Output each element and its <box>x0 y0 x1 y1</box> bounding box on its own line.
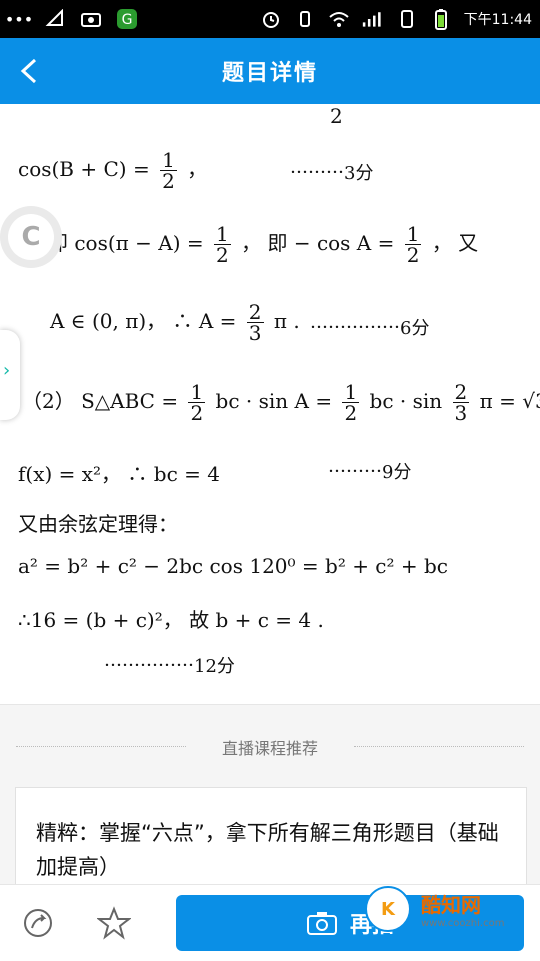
site-watermark: K 酷知网 www.coozhi.com <box>365 884 525 934</box>
page-title: 题目详情 <box>221 61 318 86</box>
recommend-section: 直播课程推荐 精粹：掌握“六点”，拿下所有解三角形题目（基础加提高） <box>0 705 540 899</box>
score-6: ⋯⋯⋯⋯⋯6分 <box>310 318 430 339</box>
camera-status-icon <box>80 8 102 30</box>
solution-line-8: ∴16 = (b + c)²， 故 b + c = 4 . <box>18 608 324 632</box>
star-icon <box>97 906 131 940</box>
line4-fraction-2: 12 <box>342 380 360 425</box>
share-icon <box>24 909 52 937</box>
line2-c: ， 又 <box>431 231 479 255</box>
line4-frac2-num: 1 <box>342 380 360 404</box>
chevron-right-icon: › <box>3 360 11 381</box>
line2-frac-den: 2 <box>216 243 229 267</box>
line1-frac-num: 1 <box>160 148 177 172</box>
solution-line-2: 即 cos(π − A) = 12 ， 即 − cos A = 12 ， 又 <box>48 224 478 265</box>
line4-c: bc · sin <box>369 389 443 413</box>
coozhi-logo-icon: K <box>365 886 411 932</box>
line4-frac-num: 1 <box>188 380 206 404</box>
line2-frac2-num: 1 <box>404 222 422 246</box>
wifi-icon <box>328 8 350 30</box>
score-12: ⋯⋯⋯⋯⋯12分 <box>104 656 235 677</box>
line1-frac-den: 2 <box>162 169 175 193</box>
floating-assistant-button[interactable]: C <box>0 206 62 268</box>
line3-a: A ∈ (0, π)， ∴ A = <box>50 309 237 333</box>
score-3: ⋯⋯⋯3分 <box>290 163 374 184</box>
line2-fraction-2: 12 <box>404 222 422 267</box>
camera-icon <box>306 912 337 935</box>
favorite-button[interactable] <box>94 903 134 943</box>
share-button[interactable] <box>18 903 58 943</box>
sim-icon <box>396 8 418 30</box>
solution-line-3: A ∈ (0, π)， ∴ A = 23 π . <box>50 302 300 343</box>
line4-frac-den: 2 <box>190 401 204 425</box>
line2-frac-num: 1 <box>214 222 231 246</box>
line4-d: π = √3 <box>479 389 540 413</box>
line2-a: 即 cos(π − A) = <box>48 231 204 255</box>
assistant-c-icon: C <box>8 214 54 260</box>
line4-fraction-3: 23 <box>452 380 470 425</box>
line4-a: （2） S△ABC = <box>22 389 179 413</box>
line1-fraction: 12 <box>160 150 177 191</box>
more-dots-icon: ••• <box>4 9 34 29</box>
solution-line-5: f(x) = x²， ∴ bc = 4 <box>18 462 220 486</box>
clock-time: 下午11:44 <box>463 12 532 28</box>
solution-content: 2 cos(B + C) = 12 ， ⋯⋯⋯3分 即 cos(π − A) =… <box>0 104 540 704</box>
watermark-main: 酷知网 <box>421 893 481 917</box>
line1-suffix: ， <box>187 157 208 181</box>
battery-icon <box>430 8 452 30</box>
header-bar: 题目详情 <box>0 38 540 104</box>
signal-check-icon <box>44 8 66 30</box>
alarm-icon <box>260 8 282 30</box>
line3-frac-num: 2 <box>246 300 264 324</box>
line3-b: π . <box>273 309 300 333</box>
solution-line-1: cos(B + C) = 12 ， <box>18 150 207 191</box>
recommend-title: 直播课程推荐 <box>0 735 540 759</box>
line2-frac2-den: 2 <box>406 243 420 267</box>
line1-prefix: cos(B + C) = <box>18 157 150 181</box>
line4-frac3-num: 2 <box>452 380 470 404</box>
top-fragment: 2 <box>330 104 343 128</box>
cell-signal-icon <box>362 8 384 30</box>
line4-frac2-den: 2 <box>344 401 358 425</box>
line2-fraction: 12 <box>214 224 231 265</box>
app-g-icon: G <box>116 8 138 30</box>
solution-line-7: a² = b² + c² − 2bc cos 120⁰ = b² + c² + … <box>18 554 448 578</box>
phone-vibrate-icon <box>294 8 316 30</box>
status-bar: ••• G 下午11:44 <box>0 0 540 38</box>
line2-b: ， 即 − cos A = <box>241 231 395 255</box>
watermark-sub: www.coozhi.com <box>421 918 505 929</box>
line3-frac-den: 3 <box>248 321 262 345</box>
line4-frac3-den: 3 <box>454 401 468 425</box>
line4-fraction: 12 <box>188 380 206 425</box>
course-card-title: 精粹：掌握“六点”，拿下所有解三角形题目（基础加提高） <box>36 821 499 879</box>
course-card[interactable]: 精粹：掌握“六点”，拿下所有解三角形题目（基础加提高） <box>15 787 527 899</box>
score-9: ⋯⋯⋯9分 <box>328 462 412 483</box>
solution-line-4: （2） S△ABC = 12 bc · sin A = 12 bc · sin … <box>22 382 540 423</box>
side-drawer-handle[interactable]: › <box>0 330 20 420</box>
svg-text:G: G <box>122 12 133 28</box>
line4-b: bc · sin A = <box>215 389 333 413</box>
line3-fraction: 23 <box>246 300 264 345</box>
solution-line-6: 又由余弦定理得： <box>18 512 178 536</box>
